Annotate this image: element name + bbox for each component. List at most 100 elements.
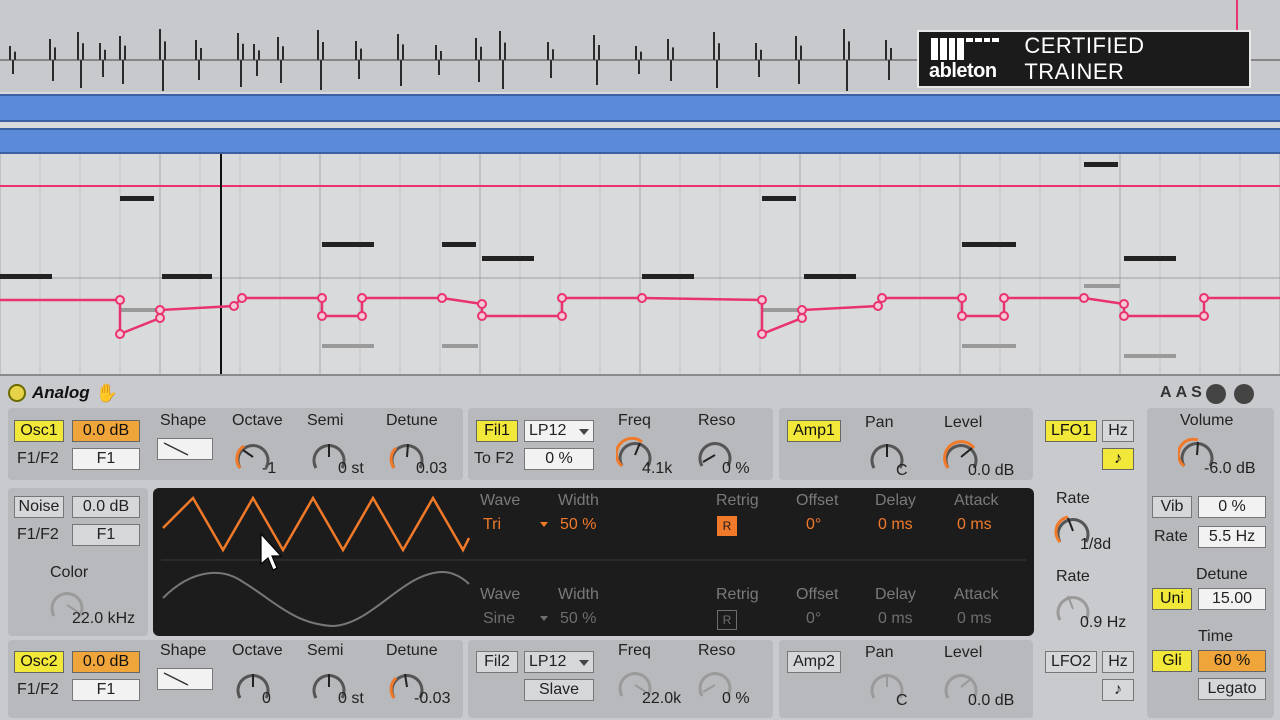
automation-breakpoint[interactable]	[357, 293, 367, 303]
automation-breakpoint[interactable]	[757, 295, 767, 305]
lower-delay-value[interactable]: 0 ms	[878, 610, 913, 628]
midi-clip-editor[interactable]	[0, 92, 1280, 374]
automation-breakpoint[interactable]	[1079, 293, 1089, 303]
midi-note[interactable]	[162, 274, 212, 279]
fil1-toggle[interactable]: Fil1	[476, 420, 518, 442]
automation-breakpoint[interactable]	[757, 329, 767, 339]
header-button-a2[interactable]: A	[1176, 384, 1188, 404]
automation-breakpoint[interactable]	[155, 305, 165, 315]
automation-breakpoint[interactable]	[317, 293, 327, 303]
amp1-toggle[interactable]: Amp1	[787, 420, 841, 442]
automation-breakpoint[interactable]	[999, 311, 1009, 321]
osc1-shape-select[interactable]	[157, 438, 213, 460]
automation-breakpoint[interactable]	[797, 305, 807, 315]
osc2-toggle[interactable]: Osc2	[14, 651, 64, 673]
glide-time[interactable]: 60 %	[1198, 650, 1266, 672]
unison-detune[interactable]: 15.00	[1198, 588, 1266, 610]
header-button-a[interactable]: A	[1160, 384, 1172, 404]
vibrato-rate[interactable]: 5.5 Hz	[1198, 526, 1266, 548]
osc1-gain[interactable]: 0.0 dB	[72, 420, 140, 442]
automation-breakpoint[interactable]	[557, 311, 567, 321]
osc1-detune-label: Detune	[386, 412, 438, 429]
midi-note[interactable]	[642, 274, 694, 279]
lfo2-hz-button[interactable]: Hz	[1102, 651, 1134, 673]
fil2-slave-button[interactable]: Slave	[524, 679, 594, 701]
lfo1-sync-button[interactable]: ♪	[1102, 448, 1134, 470]
automation-breakpoint[interactable]	[155, 313, 165, 323]
midi-note[interactable]	[322, 242, 374, 247]
automation-breakpoint[interactable]	[873, 301, 883, 311]
automation-breakpoint[interactable]	[229, 301, 239, 311]
fil2-type-select[interactable]: LP12	[524, 651, 594, 673]
automation-breakpoint[interactable]	[957, 293, 967, 303]
automation-breakpoint[interactable]	[557, 293, 567, 303]
osc1-routing[interactable]: F1	[72, 448, 140, 470]
midi-note[interactable]	[1124, 256, 1176, 261]
clip-loop-bar[interactable]	[0, 128, 1280, 154]
automation-breakpoint[interactable]	[357, 311, 367, 321]
amp2-level-value: 0.0 dB	[968, 692, 1015, 709]
upper-attack-value[interactable]: 0 ms	[957, 516, 992, 534]
lfo2-toggle[interactable]: LFO2	[1045, 651, 1097, 673]
lfo1-hz-button[interactable]: Hz	[1102, 420, 1134, 442]
midi-note[interactable]	[1084, 162, 1118, 167]
automation-breakpoint[interactable]	[797, 313, 807, 323]
automation-breakpoint[interactable]	[999, 293, 1009, 303]
automation-breakpoint[interactable]	[477, 299, 487, 309]
amp2-toggle[interactable]: Amp2	[787, 651, 841, 673]
header-button-s[interactable]: S	[1191, 384, 1202, 404]
midi-note[interactable]	[0, 274, 52, 279]
lfo2-sync-button[interactable]: ♪	[1102, 679, 1134, 701]
automation-breakpoint[interactable]	[317, 311, 327, 321]
automation-breakpoint[interactable]	[115, 329, 125, 339]
automation-breakpoint[interactable]	[1199, 293, 1209, 303]
lower-attack-value[interactable]: 0 ms	[957, 610, 992, 628]
osc1-toggle[interactable]: Osc1	[14, 420, 64, 442]
automation-breakpoint[interactable]	[237, 293, 247, 303]
fil2-toggle[interactable]: Fil2	[476, 651, 518, 673]
automation-breakpoint[interactable]	[877, 293, 887, 303]
save-preset-icon[interactable]	[1233, 384, 1254, 404]
note-grid[interactable]	[0, 154, 1280, 374]
unison-toggle[interactable]: Uni	[1152, 588, 1192, 610]
vibrato-toggle[interactable]: Vib	[1152, 496, 1192, 518]
osc2-gain[interactable]: 0.0 dB	[72, 651, 140, 673]
noise-toggle[interactable]: Noise	[14, 496, 64, 518]
noise-routing[interactable]: F1	[72, 524, 140, 546]
automation-breakpoint[interactable]	[477, 311, 487, 321]
automation-breakpoint[interactable]	[1119, 311, 1129, 321]
midi-note[interactable]	[804, 274, 856, 279]
lower-offset-value[interactable]: 0°	[806, 610, 821, 628]
automation-breakpoint[interactable]	[637, 293, 647, 303]
osc2-shape-select[interactable]	[157, 668, 213, 690]
fil1-type-select[interactable]: LP12	[524, 420, 594, 442]
glide-toggle[interactable]: Gli	[1152, 650, 1192, 672]
midi-note[interactable]	[120, 196, 154, 201]
noise-gain[interactable]: 0.0 dB	[72, 496, 140, 518]
midi-note[interactable]	[962, 242, 1016, 247]
fil1-to-f2[interactable]: 0 %	[524, 448, 594, 470]
legato-button[interactable]: Legato	[1198, 678, 1266, 700]
lfo1-toggle[interactable]: LFO1	[1045, 420, 1097, 442]
automation-breakpoint[interactable]	[1199, 311, 1209, 321]
hot-swap-icon[interactable]	[1205, 384, 1226, 404]
automation-breakpoint[interactable]	[115, 295, 125, 305]
osc2-routing[interactable]: F1	[72, 679, 140, 701]
lower-width-value[interactable]: 50 %	[560, 610, 596, 628]
upper-delay-value[interactable]: 0 ms	[878, 516, 913, 534]
vibrato-amount[interactable]: 0 %	[1198, 496, 1266, 518]
upper-wave-value[interactable]: Tri	[483, 516, 501, 534]
upper-width-value[interactable]: 50 %	[560, 516, 596, 534]
automation-breakpoint[interactable]	[437, 293, 447, 303]
upper-offset-value[interactable]: 0°	[806, 516, 821, 534]
midi-note[interactable]	[482, 256, 534, 261]
automation-breakpoint[interactable]	[957, 311, 967, 321]
lower-retrig-button[interactable]: R	[717, 610, 737, 630]
clip-header-bar[interactable]	[0, 94, 1280, 122]
midi-note[interactable]	[762, 196, 796, 201]
device-power-button[interactable]	[8, 384, 26, 402]
automation-breakpoint[interactable]	[1119, 299, 1129, 309]
lower-wave-value[interactable]: Sine	[483, 610, 515, 628]
upper-retrig-button[interactable]: R	[717, 516, 737, 536]
midi-note[interactable]	[442, 242, 476, 247]
